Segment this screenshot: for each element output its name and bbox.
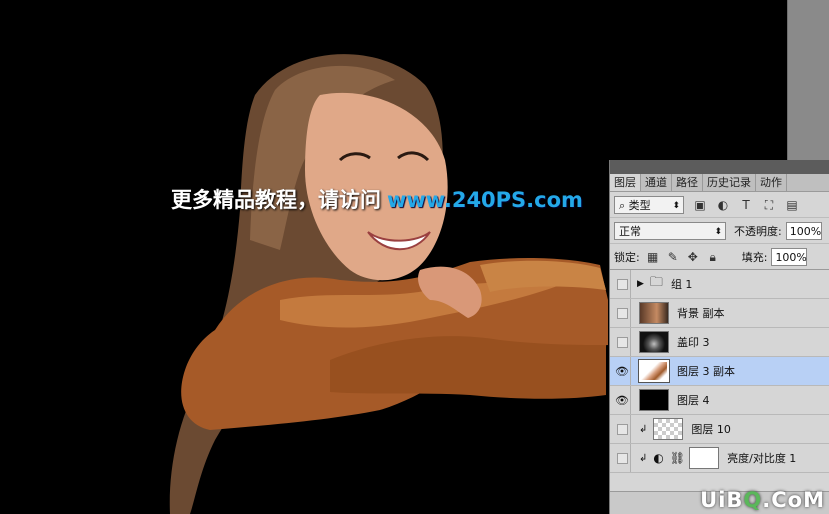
layer-row-selected[interactable]: 👁︎ 图层 3 副本 bbox=[610, 357, 829, 386]
layer-name: 亮度/对比度 1 bbox=[727, 452, 797, 465]
layer-name: 图层 4 bbox=[677, 394, 710, 407]
visibility-toggle[interactable]: 👁︎ bbox=[614, 386, 631, 414]
visibility-toggle[interactable]: 👁︎ bbox=[614, 357, 631, 385]
layer-name: 图层 10 bbox=[691, 423, 731, 436]
shape-filter-icon[interactable]: ⛶ bbox=[762, 198, 776, 212]
tab-history[interactable]: 历史记录 bbox=[703, 174, 756, 191]
clip-arrow-icon: ↲ bbox=[639, 452, 648, 464]
tab-actions[interactable]: 动作 bbox=[756, 174, 787, 191]
site-logo: UiBQ.CoM bbox=[700, 488, 825, 512]
layer-name: 组 1 bbox=[670, 278, 693, 291]
chain-link-icon[interactable]: ⛓︎ bbox=[670, 451, 685, 465]
layers-panel: 图层 通道 路径 历史记录 动作 ⌕ 类型 ⬍ ▣ ◐ T ⛶ ▤ 正常 ⬍ 不… bbox=[609, 160, 829, 514]
eye-icon: 👁︎ bbox=[615, 393, 629, 407]
site-logo-b: .CoM bbox=[762, 488, 825, 512]
layer-thumbnail bbox=[639, 331, 669, 353]
layer-thumbnail bbox=[639, 389, 669, 411]
fill-label: 填充: bbox=[741, 250, 768, 264]
layer-thumbnail bbox=[638, 359, 670, 383]
panel-header-bar[interactable] bbox=[610, 160, 829, 174]
layer-mask-thumbnail bbox=[689, 447, 720, 469]
folder-icon: 🗀 bbox=[649, 275, 663, 290]
hidden-box-icon bbox=[616, 336, 628, 348]
smart-object-filter-icon[interactable]: ▤ bbox=[785, 198, 799, 212]
site-logo-a: UiB bbox=[700, 488, 744, 512]
layer-thumbnail bbox=[639, 302, 669, 324]
lock-brush-icon[interactable]: ✎ bbox=[666, 250, 680, 264]
visibility-toggle[interactable] bbox=[614, 270, 631, 298]
lock-transparency-icon[interactable]: ▦ bbox=[646, 250, 660, 264]
site-logo-o: Q bbox=[743, 488, 763, 512]
layer-name: 图层 3 副本 bbox=[677, 365, 735, 378]
layer-row[interactable]: 👁︎ 图层 4 bbox=[610, 386, 829, 415]
layer-name: 背景 副本 bbox=[677, 307, 725, 320]
layer-row-group[interactable]: ▶ 🗀 组 1 bbox=[610, 270, 829, 299]
hidden-box-icon bbox=[616, 423, 628, 435]
kind-filter-select[interactable]: ⌕ 类型 ⬍ bbox=[614, 195, 684, 214]
adjustment-layer-icon: ◐ bbox=[653, 451, 664, 465]
visibility-toggle[interactable] bbox=[614, 299, 631, 327]
adjustment-filter-icon[interactable]: ◐ bbox=[716, 198, 730, 212]
blend-row: 正常 ⬍ 不透明度: 100% bbox=[610, 218, 829, 244]
tab-channels[interactable]: 通道 bbox=[641, 174, 672, 191]
layer-name: 盖印 3 bbox=[677, 336, 710, 349]
fill-field[interactable]: 100% bbox=[771, 247, 808, 266]
hidden-box-icon bbox=[616, 278, 628, 290]
lock-row: 锁定: ▦ ✎ ✥ 🔒︎ 填充: 100% bbox=[610, 244, 829, 270]
layer-row[interactable]: 盖印 3 bbox=[610, 328, 829, 357]
visibility-toggle[interactable] bbox=[614, 328, 631, 356]
visibility-toggle[interactable] bbox=[614, 444, 631, 472]
watermark-url: www.240PS.com bbox=[387, 188, 583, 212]
expand-arrow-icon[interactable]: ▶ bbox=[637, 279, 644, 289]
hidden-box-icon bbox=[616, 307, 628, 319]
layer-thumbnail bbox=[653, 418, 684, 440]
watermark-cn: 更多精品教程，请访问 bbox=[171, 188, 381, 212]
tab-paths[interactable]: 路径 bbox=[672, 174, 703, 191]
clip-arrow-icon: ↲ bbox=[639, 423, 648, 435]
tab-layers[interactable]: 图层 bbox=[610, 174, 641, 191]
watermark-text: 更多精品教程，请访问 www.240PS.com bbox=[171, 184, 583, 214]
image-filter-icon[interactable]: ▣ bbox=[693, 198, 707, 212]
kind-filter-label: 类型 bbox=[628, 198, 651, 212]
blend-mode-value: 正常 bbox=[619, 224, 641, 238]
updown-arrow-icon: ⬍ bbox=[672, 200, 680, 211]
lock-move-icon[interactable]: ✥ bbox=[686, 250, 700, 264]
hidden-box-icon bbox=[616, 452, 628, 464]
layer-row[interactable]: 背景 副本 bbox=[610, 299, 829, 328]
opacity-field[interactable]: 100% bbox=[785, 221, 822, 240]
eye-icon: 👁︎ bbox=[615, 364, 629, 378]
type-filter-icon[interactable]: T bbox=[739, 198, 753, 212]
opacity-label: 不透明度: bbox=[734, 224, 782, 238]
lock-label: 锁定: bbox=[614, 250, 640, 264]
lock-all-icon[interactable]: 🔒︎ bbox=[706, 250, 720, 264]
blend-mode-select[interactable]: 正常 ⬍ bbox=[614, 221, 726, 240]
search-icon: ⌕ bbox=[619, 198, 626, 212]
panel-tabs: 图层 通道 路径 历史记录 动作 bbox=[610, 174, 829, 192]
filter-row: ⌕ 类型 ⬍ ▣ ◐ T ⛶ ▤ bbox=[610, 192, 829, 218]
updown-arrow-icon: ⬍ bbox=[714, 226, 722, 237]
layer-row-clipped[interactable]: ↲ 图层 10 bbox=[610, 415, 829, 444]
visibility-toggle[interactable] bbox=[614, 415, 631, 443]
layer-row-adjustment[interactable]: ↲ ◐ ⛓︎ 亮度/对比度 1 bbox=[610, 444, 829, 473]
